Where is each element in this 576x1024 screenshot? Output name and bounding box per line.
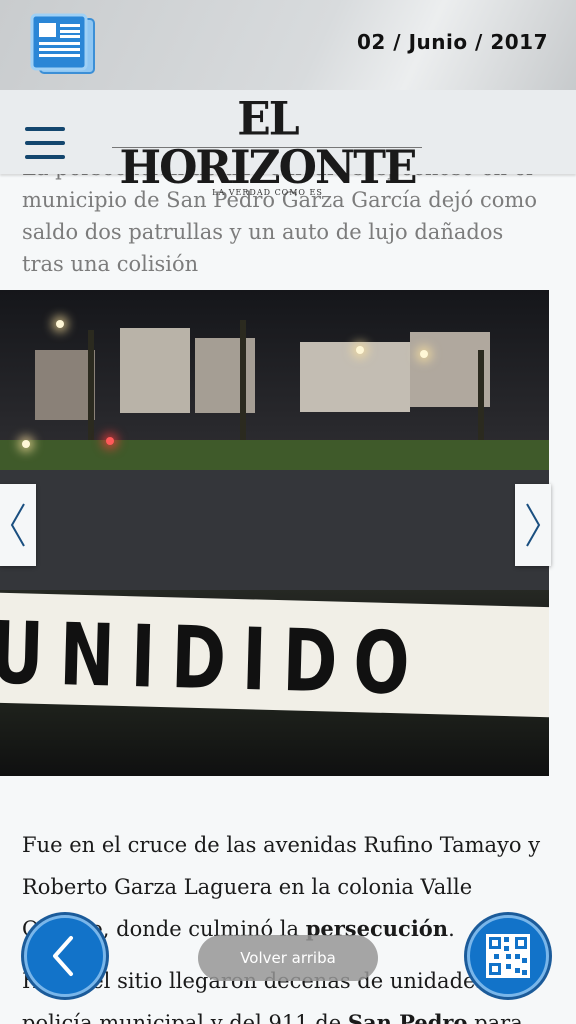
article-photo[interactable]: UNIDIDO [0,290,549,776]
chevron-right-icon [526,503,541,547]
article-content: La persecución de un vehículo sospechoso… [0,174,576,1024]
photo-building [120,328,190,413]
back-button[interactable] [24,915,106,997]
photo-palm [88,330,94,445]
hamburger-menu-icon[interactable] [25,127,65,161]
photo-streetlight [356,346,364,354]
photo-building [35,350,95,420]
photo-streetlight [56,320,64,328]
photo-caution-tape: UNIDIDO [0,592,549,718]
date-label: 02 / Junio / 2017 [357,30,548,54]
site-logo[interactable]: EL HORIZONTE LA VERDAD COMO ES [110,92,425,197]
paragraph-text: . [448,917,455,941]
logo-divider [112,147,422,148]
masthead: EL HORIZONTE LA VERDAD COMO ES [0,90,576,197]
gallery-prev-button[interactable] [0,484,36,566]
photo-building [195,338,255,413]
qr-code-icon [486,934,530,978]
photo-streetlight [420,350,428,358]
gallery-next-button[interactable] [515,484,551,566]
photo-building [300,342,410,412]
back-to-top-button[interactable]: Volver arriba [198,935,378,981]
photo-tape-text: UNIDIDO [0,603,427,715]
photo-road [0,470,549,590]
photo-headlight [22,440,30,448]
photo-police-light [106,437,114,445]
paragraph-text: para [467,1011,523,1024]
newspaper-icon[interactable] [30,13,96,75]
chevron-left-icon [10,503,25,547]
photo-palm [478,350,484,445]
chevron-left-icon [53,936,73,976]
qr-button[interactable] [467,915,549,997]
paragraph-bold-text: San Pedro [347,1010,468,1024]
logo-title: EL HORIZONTE [119,92,418,195]
photo-palm [240,320,246,450]
top-bar: 02 / Junio / 2017 [0,0,576,90]
